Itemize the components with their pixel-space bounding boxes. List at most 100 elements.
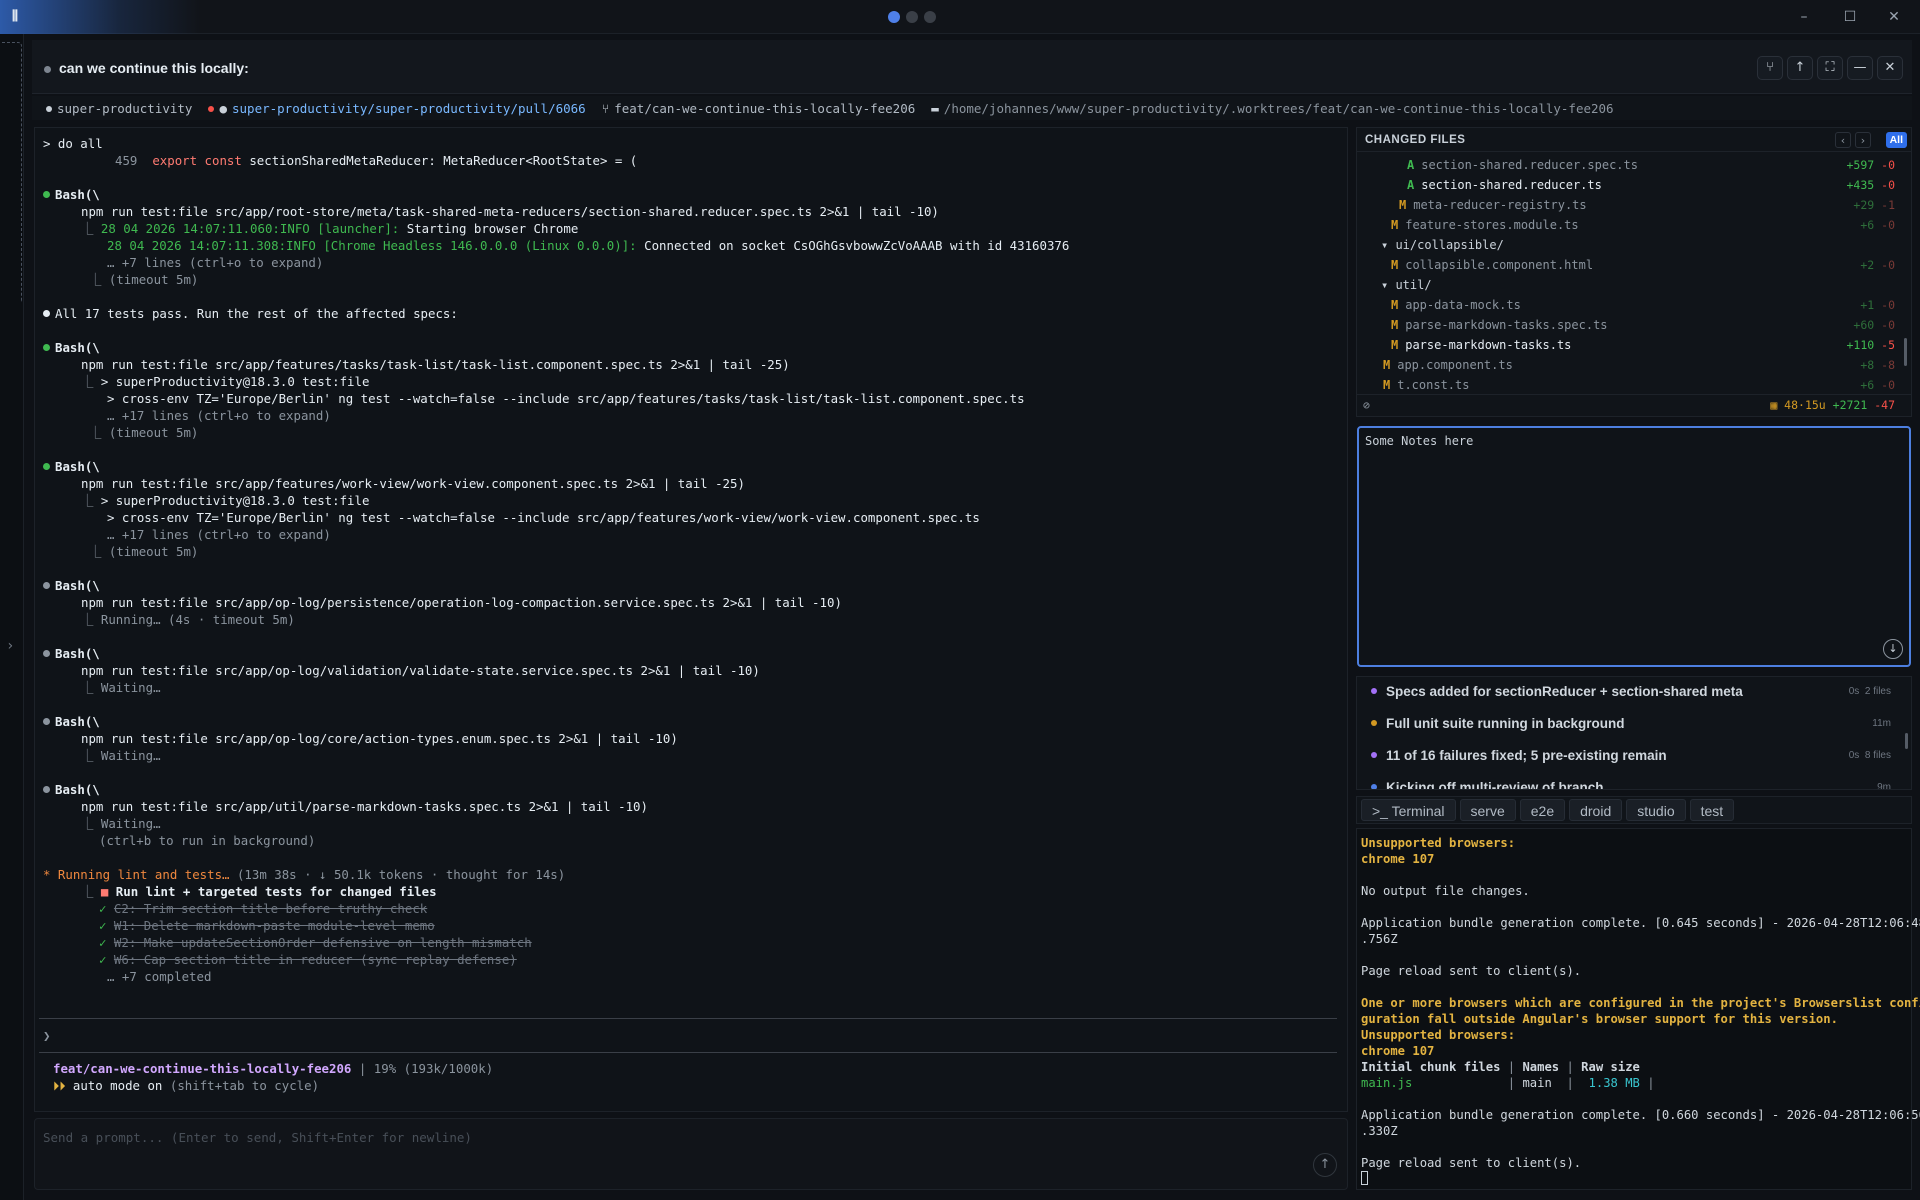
activity-dot	[1371, 752, 1377, 758]
log-message: Connected on socket CsOGhGsvbowwZcVoAAAB…	[644, 238, 1070, 253]
activity-scrollbar[interactable]	[1905, 733, 1908, 749]
activity-item[interactable]: Full unit suite running in background	[1371, 714, 1625, 734]
file-row[interactable]: Mapp.component.ts	[1383, 355, 1513, 375]
log-message: Starting browser Chrome	[406, 221, 579, 236]
bash-status-dot	[43, 463, 50, 470]
bash-block-1-title[interactable]: Bash(\	[43, 186, 100, 203]
session-title-text: can we continue this locally:	[59, 60, 249, 76]
bash-block-7-cmd: npm run test:file src/app/util/parse-mar…	[81, 799, 648, 814]
tab-studio[interactable]: studio	[1626, 799, 1686, 821]
activity-item[interactable]: 11 of 16 failures fixed; 5 pre-existing …	[1371, 746, 1667, 766]
activity-dot	[1371, 784, 1377, 789]
bash-block-2-expand[interactable]: … +17 lines (ctrl+o to expand)	[107, 407, 331, 424]
activity-item[interactable]: Kicking off multi-review of branch	[1371, 778, 1604, 789]
next-file-button[interactable]: ›	[1855, 132, 1871, 148]
file-row[interactable]: Asection-shared.reducer.ts	[1407, 175, 1602, 195]
all-files-toggle[interactable]: All	[1885, 132, 1907, 148]
file-row[interactable]: Mt.const.ts	[1383, 375, 1469, 393]
bash-status-dot	[43, 786, 50, 793]
workspace-dot-2[interactable]	[906, 11, 918, 23]
todo-done-3: ✓ W2: Make updateSectionOrder defensive …	[99, 935, 532, 950]
filter-icon[interactable]: ⊘	[1363, 398, 1370, 412]
worktree-path[interactable]: ▬/home/johannes/www/super-productivity/.…	[931, 101, 1613, 116]
folder-row[interactable]: ▾ ui/collapsible/	[1381, 235, 1504, 255]
status-text: Waiting…	[100, 816, 161, 831]
terminal-tabs: >_ Terminal serve e2e droid studio test	[1356, 796, 1912, 824]
file-row[interactable]: Mapp-data-mock.ts	[1391, 295, 1521, 315]
maximize-icon[interactable]: ☐	[1840, 7, 1860, 27]
folder-row[interactable]: ▾ util/	[1381, 275, 1432, 295]
file-name: app.component.ts	[1397, 358, 1513, 372]
file-row[interactable]: Mparse-markdown-tasks.ts	[1391, 335, 1571, 355]
bash-title: Bash(\	[55, 578, 100, 593]
bash-block-2-out-2: > cross-env TZ='Europe/Berlin' ng test -…	[107, 391, 1025, 406]
bash-block-3-out-2: > cross-env TZ='Europe/Berlin' ng test -…	[107, 510, 980, 525]
mode-hint: (shift+tab to cycle)	[169, 1078, 320, 1093]
terminal-output[interactable]: Unsupported browsers: chrome 107 No outp…	[1356, 828, 1920, 1190]
activity-text: Specs added for sectionReducer + section…	[1386, 684, 1743, 699]
tab-terminal[interactable]: >_ Terminal	[1361, 799, 1456, 821]
pr-link-text: super-productivity/super-productivity/pu…	[232, 100, 586, 116]
prev-file-button[interactable]: ‹	[1835, 132, 1851, 148]
app-logo-icon[interactable]: ⫼	[12, 9, 28, 25]
bash-block-2-title[interactable]: Bash(\	[43, 339, 100, 356]
todo-done-text: W6: Cap section title in reducer (sync r…	[113, 952, 517, 967]
minimize-icon[interactable]: –	[1794, 7, 1814, 27]
file-status: M	[1391, 298, 1399, 312]
tab-test[interactable]: test	[1689, 799, 1735, 821]
file-row[interactable]: Mcollapsible.component.html	[1391, 255, 1593, 275]
tab-e2e[interactable]: e2e	[1519, 799, 1566, 821]
changed-files-scrollbar[interactable]	[1904, 338, 1907, 366]
status-line: feat/can-we-continue-this-locally-fee206…	[53, 1061, 494, 1076]
todo-more[interactable]: … +7 completed	[107, 968, 211, 985]
bash-block-4-title[interactable]: Bash(\	[43, 577, 100, 594]
bash-block-3-title[interactable]: Bash(\	[43, 458, 100, 475]
bash-block-5-title[interactable]: Bash(\	[43, 645, 100, 662]
file-stat: +8 -8	[1860, 358, 1895, 372]
bash-block-3-expand[interactable]: … +17 lines (ctrl+o to expand)	[107, 526, 331, 543]
tab-droid[interactable]: droid	[1569, 799, 1623, 821]
expand-sidebar-chevron-icon[interactable]: ›	[6, 638, 14, 654]
workspace-dot-3[interactable]	[924, 11, 936, 23]
bash-status-dot	[43, 344, 50, 351]
bash-block-7-hint: (ctrl+b to run in background)	[99, 833, 316, 848]
bash-block-7-title[interactable]: Bash(\	[43, 781, 100, 798]
close-session-button[interactable]: ✕	[1877, 56, 1903, 80]
mode-text: auto mode on	[72, 1078, 163, 1093]
file-name: meta-reducer-registry.ts	[1413, 198, 1587, 212]
workspace-dot-1[interactable]	[888, 11, 900, 23]
project-badge[interactable]: super-productivity	[46, 101, 192, 116]
changed-files-title: CHANGED FILES	[1365, 134, 1466, 146]
file-row[interactable]: Mmeta-reducer-registry.ts	[1399, 195, 1587, 215]
file-row[interactable]: Asection-shared.reducer.spec.ts	[1407, 155, 1638, 175]
bash-block-1-expand[interactable]: … +7 lines (ctrl+o to expand)	[107, 254, 323, 271]
project-dot	[46, 106, 52, 112]
tab-serve[interactable]: serve	[1459, 799, 1516, 821]
activity-item[interactable]: Specs added for sectionReducer + section…	[1371, 682, 1743, 702]
prompt-input[interactable]	[43, 1127, 1243, 1147]
notes-textarea[interactable]: Some Notes here	[1365, 434, 1895, 634]
bash-block-6-title[interactable]: Bash(\	[43, 713, 100, 730]
left-rail: ›	[0, 34, 24, 1200]
fullscreen-button[interactable]: ⛶	[1817, 56, 1843, 80]
terminal-line: No output file changes.	[1361, 884, 1530, 898]
todo-current-text: Run lint + targeted tests for changed fi…	[115, 884, 437, 899]
close-window-icon[interactable]: ✕	[1884, 7, 1904, 27]
pr-link[interactable]: ● super-productivity/super-productivity/p…	[208, 100, 586, 116]
mode-line[interactable]: ⏵⏵ auto mode on (shift+tab to cycle)	[53, 1077, 319, 1094]
input-divider-bottom	[39, 1052, 1337, 1053]
send-button[interactable]: ↑	[1313, 1153, 1337, 1177]
terminal-cursor	[1361, 1171, 1368, 1187]
scroll-top-button[interactable]: ↑	[1787, 56, 1813, 80]
file-stat: +6 -0	[1860, 218, 1895, 232]
branch-label[interactable]: ⑂ feat/can-we-continue-this-locally-fee20…	[602, 101, 916, 116]
collapse-button[interactable]: —	[1847, 56, 1873, 80]
timeout-text: (timeout 5m)	[108, 425, 199, 440]
terminal-line: .756Z	[1361, 932, 1398, 946]
file-row[interactable]: Mparse-markdown-tasks.spec.ts	[1391, 315, 1608, 335]
file-name: section-shared.reducer.ts	[1421, 178, 1602, 192]
file-row[interactable]: Mfeature-stores.module.ts	[1391, 215, 1579, 235]
agent-input-chevron[interactable]: ❯	[43, 1027, 50, 1044]
scroll-down-icon[interactable]: ↓	[1883, 639, 1903, 659]
branch-button[interactable]: ⑂	[1757, 56, 1783, 80]
